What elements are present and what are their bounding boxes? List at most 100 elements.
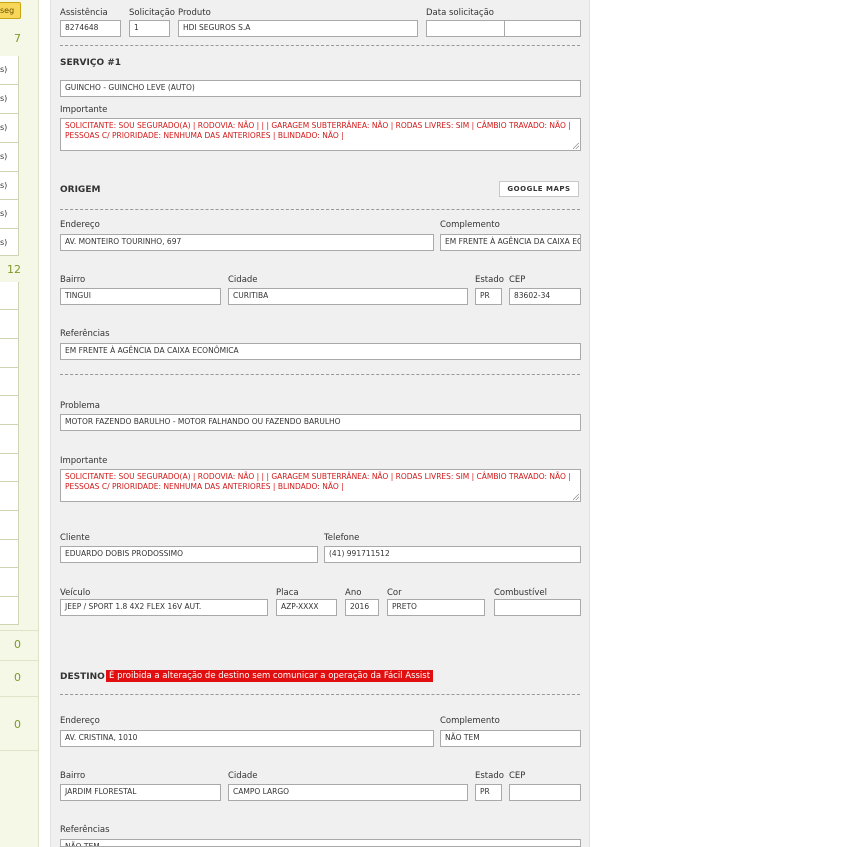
solicitacao-label: Solicitação xyxy=(129,8,175,18)
destino-complemento-field[interactable]: NÃO TEM xyxy=(440,730,581,747)
destino-cidade-label: Cidade xyxy=(228,771,258,781)
veiculo-label: Veículo xyxy=(60,588,91,598)
produto-field[interactable]: HDI SEGUROS S.A xyxy=(178,20,418,37)
list-item[interactable] xyxy=(0,282,19,310)
destino-bairro-label: Bairro xyxy=(60,771,86,781)
list-item[interactable] xyxy=(0,511,19,540)
destino-warning-banner: É proibida a alteração de destino sem co… xyxy=(106,670,434,682)
origem-heading: ORIGEM xyxy=(60,185,101,195)
divider xyxy=(0,660,38,661)
destino-endereco-label: Endereço xyxy=(60,716,100,726)
problema-label: Problema xyxy=(60,401,100,411)
origem-estado-label: Estado xyxy=(475,275,504,285)
divider xyxy=(0,630,38,631)
count-top: 7 xyxy=(14,32,21,45)
list-item[interactable]: s) xyxy=(0,85,19,114)
combustivel-field[interactable] xyxy=(494,599,581,616)
list-item[interactable]: s) xyxy=(0,229,19,256)
servico-field[interactable]: GUINCHO - GUINCHO LEVE (AUTO) xyxy=(60,80,581,97)
origem-complemento-label: Complemento xyxy=(440,220,500,230)
origem-cep-field[interactable]: 83602-34 xyxy=(509,288,581,305)
divider xyxy=(60,374,580,375)
list-item[interactable]: s) xyxy=(0,56,19,85)
combustivel-label: Combustível xyxy=(494,588,547,598)
list-item[interactable] xyxy=(0,454,19,482)
destino-complemento-label: Complemento xyxy=(440,716,500,726)
destino-bairro-field[interactable]: JARDIM FLORESTAL xyxy=(60,784,221,801)
ano-field[interactable]: 2016 xyxy=(345,599,379,616)
cor-label: Cor xyxy=(387,588,402,598)
placa-field[interactable]: AZP-XXXX xyxy=(276,599,337,616)
list-item[interactable] xyxy=(0,568,19,597)
origem-endereco-field[interactable]: AV. MONTEIRO TOURINHO, 697 xyxy=(60,234,434,251)
seg-badge[interactable]: seg xyxy=(0,2,21,19)
destino-cep-label: CEP xyxy=(509,771,526,781)
data-solicitacao-time-field[interactable] xyxy=(504,20,581,37)
telefone-field[interactable]: (41) 991711512 xyxy=(324,546,581,563)
origem-referencias-field[interactable]: EM FRENTE À AGÊNCIA DA CAIXA ECONÔMICA xyxy=(60,343,581,360)
origem-bairro-field[interactable]: TINGUI xyxy=(60,288,221,305)
destino-cep-field[interactable] xyxy=(509,784,581,801)
list-item[interactable] xyxy=(0,597,19,625)
destino-estado-field[interactable]: PR xyxy=(475,784,502,801)
cor-field[interactable]: PRETO xyxy=(387,599,485,616)
solicitacao-field[interactable]: 1 xyxy=(129,20,170,37)
problema-importante-text: SOLICITANTE: SOU SEGURADO(A) | RODOVIA: … xyxy=(65,472,571,491)
divider xyxy=(60,209,580,210)
destino-referencias-label: Referências xyxy=(60,825,110,835)
origem-cidade-label: Cidade xyxy=(228,275,258,285)
divider xyxy=(60,694,580,695)
assistencia-label: Assistência xyxy=(60,8,108,18)
list-item[interactable]: s) xyxy=(0,200,19,229)
problema-importante-label: Importante xyxy=(60,456,108,466)
origem-estado-field[interactable]: PR xyxy=(475,288,502,305)
cliente-label: Cliente xyxy=(60,533,90,543)
list-item[interactable]: s) xyxy=(0,143,19,172)
google-maps-button[interactable]: GOOGLE MAPS xyxy=(499,181,579,197)
destino-estado-label: Estado xyxy=(475,771,504,781)
count-b: 0 xyxy=(14,671,21,684)
list-item[interactable] xyxy=(0,396,19,425)
placa-label: Placa xyxy=(276,588,299,598)
servico-importante-label: Importante xyxy=(60,105,108,115)
list-item[interactable] xyxy=(0,368,19,396)
resize-grip-icon[interactable] xyxy=(573,494,579,500)
veiculo-field[interactable]: JEEP / SPORT 1.8 4X2 FLEX 16V AUT. xyxy=(60,599,268,616)
list-item[interactable] xyxy=(0,425,19,454)
list-item[interactable] xyxy=(0,540,19,568)
data-solicitacao-label: Data solicitação xyxy=(426,8,495,18)
problema-importante-textarea[interactable]: SOLICITANTE: SOU SEGURADO(A) | RODOVIA: … xyxy=(60,469,581,502)
destino-endereco-field[interactable]: AV. CRISTINA, 1010 xyxy=(60,730,434,747)
origem-cep-label: CEP xyxy=(509,275,526,285)
ano-label: Ano xyxy=(345,588,362,598)
count-mid: 12 xyxy=(7,263,21,276)
left-side-panel: seg 7 s) s) s) s) s) s) s) 12 0 0 0 xyxy=(0,0,39,847)
origem-bairro-label: Bairro xyxy=(60,275,86,285)
origem-referencias-label: Referências xyxy=(60,329,110,339)
list-item[interactable]: s) xyxy=(0,114,19,143)
problema-field[interactable]: MOTOR FAZENDO BARULHO - MOTOR FALHANDO O… xyxy=(60,414,581,431)
servico-importante-textarea[interactable]: SOLICITANTE: SOU SEGURADO(A) | RODOVIA: … xyxy=(60,118,581,151)
origem-cidade-field[interactable]: CURITIBA xyxy=(228,288,468,305)
list-item[interactable] xyxy=(0,310,19,339)
count-c: 0 xyxy=(14,718,21,731)
list-item[interactable] xyxy=(0,339,19,368)
destino-referencias-field[interactable]: NÃO TEM xyxy=(60,839,581,847)
destino-cidade-field[interactable]: CAMPO LARGO xyxy=(228,784,468,801)
origem-complemento-field[interactable]: EM FRENTE À AGÊNCIA DA CAIXA EC xyxy=(440,234,581,251)
servico-importante-text: SOLICITANTE: SOU SEGURADO(A) | RODOVIA: … xyxy=(65,121,571,140)
destino-heading: DESTINO xyxy=(60,672,105,682)
origem-endereco-label: Endereço xyxy=(60,220,100,230)
telefone-label: Telefone xyxy=(324,533,360,543)
divider xyxy=(0,750,38,751)
list-item[interactable]: s) xyxy=(0,172,19,200)
service-form: Assistência 8274648 Solicitação 1 Produt… xyxy=(50,0,590,847)
resize-grip-icon[interactable] xyxy=(573,143,579,149)
cliente-field[interactable]: EDUARDO DOBIS PRODOSSIMO xyxy=(60,546,318,563)
divider xyxy=(0,696,38,697)
data-solicitacao-date-field[interactable] xyxy=(426,20,505,37)
count-a: 0 xyxy=(14,638,21,651)
list-item[interactable] xyxy=(0,482,19,511)
assistencia-field[interactable]: 8274648 xyxy=(60,20,121,37)
produto-label: Produto xyxy=(178,8,211,18)
